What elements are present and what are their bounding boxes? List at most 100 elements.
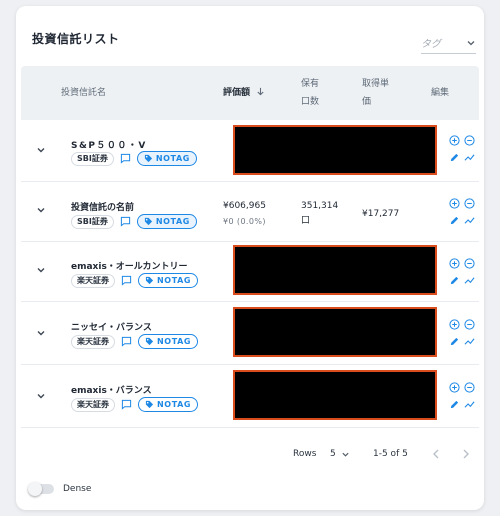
row-actions [449,135,477,169]
broker-chip: SBI証券 [71,214,114,229]
rows-per-page-label: Rows [293,449,317,459]
tag-chip-label: NOTAG [157,276,192,285]
fund-chips: SBI証券 NOTAG [71,214,197,229]
row-actions [449,258,477,292]
fund-chips: 楽天証券 NOTAG [71,273,199,288]
col-header-name[interactable]: 投資信託名 [61,84,106,102]
tag-chip[interactable]: NOTAG [136,151,197,166]
col-header-valuation-label: 評価額 [223,88,251,98]
chevron-down-icon[interactable] [35,264,47,276]
tag-icon [144,217,152,226]
trend-chart-icon[interactable] [464,399,475,410]
page-title: 投資信託リスト [32,32,120,46]
table-row: ニッセイ・バランス 楽天証券 NOTAG [21,305,479,365]
masked-values [233,370,437,420]
edit-pencil-icon[interactable] [449,275,460,286]
fund-name: 投資信託の名前 [71,203,135,213]
table-row: emaxis・オールカントリー 楽天証券 NOTAG [21,242,479,302]
add-circle-icon[interactable] [449,319,460,330]
row-actions [449,382,477,416]
fund-chips: 楽天証券 NOTAG [71,334,199,349]
col-header-valuation[interactable]: 評価額 [223,84,265,102]
table-pagination: Rows 5 1-5 of 5 [16,431,484,481]
tag-chip[interactable]: NOTAG [138,273,199,288]
masked-values [233,245,437,295]
comment-icon[interactable] [120,216,131,227]
dense-switch-knob [28,482,42,496]
add-circle-icon[interactable] [449,258,460,269]
tag-icon [145,400,154,409]
holding-value: 351,314 [301,201,339,211]
remove-circle-icon[interactable] [464,135,475,146]
fund-chips: 楽天証券 NOTAG [71,397,199,412]
chevron-down-icon[interactable] [35,204,47,216]
edit-pencil-icon[interactable] [449,215,460,226]
pagination-range: 1-5 of 5 [373,449,408,459]
broker-chip: SBI証券 [71,151,114,166]
chevron-down-icon[interactable] [35,390,47,402]
chevron-down-icon [467,40,475,45]
tag-icon [145,337,154,346]
col-header-unit-line2: 価 [362,97,372,107]
fund-list-card: 投資信託リスト タグ 投資信託名 評価額 保有 口数 取得単 価 編集 S&P５… [16,6,484,510]
remove-circle-icon[interactable] [464,382,475,393]
col-header-holding[interactable]: 保有 口数 [301,75,319,111]
col-header-holding-line2: 口数 [301,97,320,107]
tag-chip-label: NOTAG [157,337,192,346]
fund-name: ニッセイ・バランス [71,323,152,333]
table-row: S&P５００・V SBI証券 NOTAG [21,122,479,182]
trend-chart-icon[interactable] [464,275,475,286]
tag-select[interactable]: タグ [421,32,476,54]
edit-pencil-icon[interactable] [449,399,460,410]
masked-values [233,307,437,357]
tag-icon [145,276,154,285]
table-row: emaxis・バランス 楽天証券 NOTAG [21,368,479,428]
dense-switch[interactable] [28,482,54,496]
valuation-value: ¥606,965 [223,201,266,211]
fund-name: emaxis・バランス [71,386,152,396]
previous-page-icon[interactable] [429,447,443,461]
tag-chip[interactable]: NOTAG [136,214,197,229]
chevron-down-icon[interactable] [35,144,47,156]
fund-name: S&P５００・V [71,141,147,151]
broker-chip: 楽天証券 [71,334,115,349]
masked-values [233,125,437,175]
remove-circle-icon[interactable] [464,258,475,269]
chevron-down-icon[interactable] [35,327,47,339]
dense-toggle[interactable]: Dense [28,482,92,496]
tag-chip-label: NOTAG [157,400,192,409]
trend-chart-icon[interactable] [464,215,475,226]
add-circle-icon[interactable] [449,382,460,393]
row-actions [449,198,477,232]
add-circle-icon[interactable] [449,135,460,146]
fund-chips: SBI証券 NOTAG [71,151,197,166]
unit-price-value: ¥17,277 [362,209,400,219]
tag-chip[interactable]: NOTAG [138,397,199,412]
comment-icon[interactable] [121,336,132,347]
table-row: 投資信託の名前 SBI証券 NOTAG ¥606,965 ¥0 (0.0%) 3… [21,182,479,242]
chevron-down-icon [342,452,349,457]
edit-pencil-icon[interactable] [449,336,460,347]
next-page-icon[interactable] [459,447,473,461]
trend-chart-icon[interactable] [464,152,475,163]
col-header-unit-price[interactable]: 取得単 価 [362,75,389,111]
remove-circle-icon[interactable] [464,198,475,209]
comment-icon[interactable] [121,399,132,410]
edit-pencil-icon[interactable] [449,152,460,163]
col-header-unit-line1: 取得単 [362,79,390,89]
holding-unit: 口 [301,216,311,226]
rows-per-page-value: 5 [330,449,336,459]
dense-label: Dense [63,484,92,494]
broker-chip: 楽天証券 [71,397,115,412]
fund-name: emaxis・オールカントリー [71,262,188,272]
trend-chart-icon[interactable] [464,336,475,347]
remove-circle-icon[interactable] [464,319,475,330]
add-circle-icon[interactable] [449,198,460,209]
col-header-edit: 編集 [431,88,450,98]
tag-chip-label: NOTAG [155,154,190,163]
comment-icon[interactable] [121,275,132,286]
comment-icon[interactable] [120,153,131,164]
tag-chip[interactable]: NOTAG [138,334,199,349]
tag-chip-label: NOTAG [155,217,190,226]
rows-per-page-select[interactable]: 5 [330,449,350,459]
